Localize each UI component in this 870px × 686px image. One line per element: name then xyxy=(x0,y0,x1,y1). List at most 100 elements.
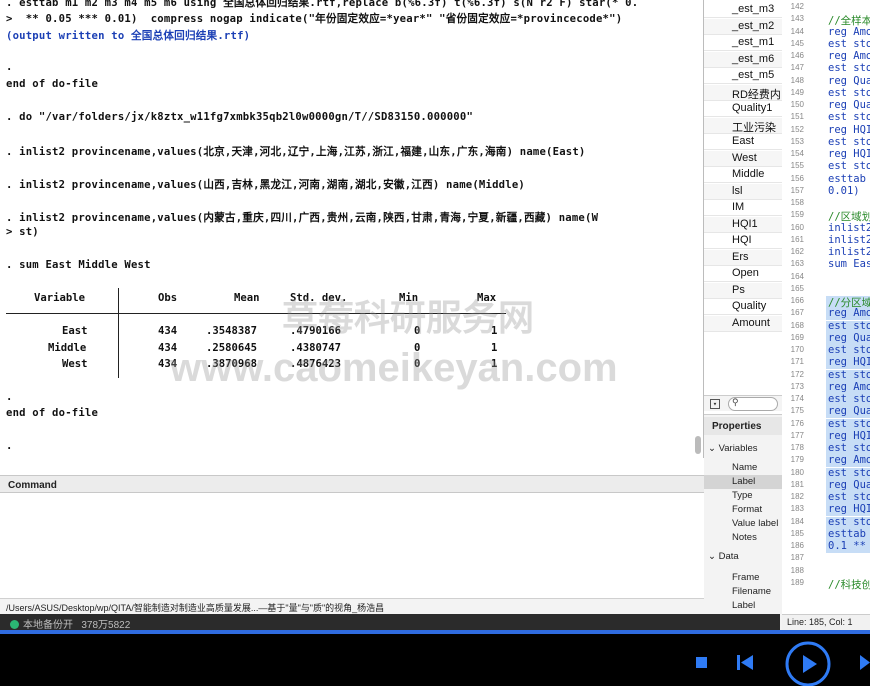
code-line[interactable]: //科技创 xyxy=(828,577,870,592)
code-line[interactable]: est sto xyxy=(828,442,870,454)
variable-list-item[interactable]: Middle xyxy=(704,167,782,183)
result-line: . xyxy=(6,61,13,73)
code-line[interactable]: reg HQI xyxy=(828,430,870,442)
line-number: 172 xyxy=(782,369,804,379)
code-line[interactable]: sum Eas xyxy=(828,258,870,270)
variable-list-item[interactable]: Open xyxy=(704,266,782,282)
code-line[interactable]: est sto xyxy=(828,418,870,430)
property-notes[interactable]: Notes xyxy=(704,531,782,545)
do-file-editor[interactable]: 142 143//全样本 144 reg Amo 145 est sto 146 reg Am… xyxy=(782,0,870,630)
variable-list-item[interactable]: IM xyxy=(704,200,782,216)
results-scrollbar[interactable] xyxy=(695,436,701,454)
chevron-down-icon: ⌄ xyxy=(708,551,716,562)
variable-list-item[interactable]: 工业污染 xyxy=(704,117,782,134)
command-pane-header: Command xyxy=(0,475,704,493)
property-format[interactable]: Format xyxy=(704,503,782,517)
line-number: 182 xyxy=(782,492,804,501)
line-number: 183 xyxy=(782,504,804,514)
code-line[interactable]: reg Amo xyxy=(828,381,870,393)
code-line[interactable]: est sto xyxy=(828,516,870,528)
code-line[interactable]: 0.01) xyxy=(828,185,860,197)
property-name[interactable]: Name xyxy=(704,461,782,475)
result-line: . esttab m1 m2 m3 m4 m5 m6 using 全国总体回归结… xyxy=(6,0,639,9)
variable-list-item[interactable]: HQI xyxy=(704,233,782,249)
code-line[interactable]: reg HQI xyxy=(828,503,870,515)
property-type[interactable]: Type xyxy=(704,489,782,503)
code-line[interactable]: est sto xyxy=(828,87,870,99)
code-line[interactable]: est sto xyxy=(828,160,870,172)
code-line[interactable]: reg HQI xyxy=(828,356,870,368)
code-line[interactable]: est sto xyxy=(828,111,870,123)
line-number: 171 xyxy=(782,357,804,367)
code-line[interactable]: esttab xyxy=(828,173,866,185)
code-line[interactable]: inlist2 xyxy=(828,234,870,246)
variable-list-item[interactable]: Quality1 xyxy=(704,101,782,117)
property-label[interactable]: Label xyxy=(704,475,782,489)
code-line[interactable]: inlist2 xyxy=(828,222,870,234)
property-value-label[interactable]: Value label xyxy=(704,517,782,531)
code-line[interactable]: reg Amo xyxy=(828,26,870,38)
filter-icon[interactable]: ▾ xyxy=(710,399,720,409)
variable-list-item[interactable]: HQI1 xyxy=(704,216,782,233)
line-number: 165 xyxy=(782,283,804,293)
line-number: 186 xyxy=(782,541,804,550)
line-number: 174 xyxy=(782,394,804,403)
line-number: 169 xyxy=(782,332,804,342)
code-line[interactable]: reg HQI xyxy=(828,124,870,136)
code-line[interactable]: est sto xyxy=(828,320,870,332)
output-file-link[interactable]: 全国总体回归结果.rtf xyxy=(131,30,244,42)
results-pane[interactable]: . esttab m1 m2 m3 m4 m5 m6 using 全国总体回归结… xyxy=(0,0,704,458)
variable-list-item[interactable]: Ers xyxy=(704,249,782,266)
code-line[interactable]: est sto xyxy=(828,393,870,405)
variable-list-item[interactable]: _est_m2 xyxy=(704,18,782,35)
next-icon[interactable] xyxy=(860,655,870,670)
variable-list-item[interactable]: _est_m1 xyxy=(704,35,782,51)
code-line[interactable]: est sto xyxy=(828,467,870,479)
variable-list-item[interactable]: RD经费内 xyxy=(704,84,782,101)
command-input[interactable] xyxy=(0,493,704,599)
variable-list-item[interactable]: lsl xyxy=(704,183,782,200)
code-line[interactable]: inlist2 xyxy=(828,246,870,258)
code-line[interactable]: reg Qua xyxy=(828,479,870,491)
code-line[interactable]: est sto xyxy=(828,62,870,74)
code-line[interactable]: reg Qua xyxy=(828,405,870,417)
play-icon[interactable] xyxy=(785,641,831,686)
code-line[interactable]: est sto xyxy=(828,369,870,381)
variable-list-item[interactable]: Quality xyxy=(704,299,782,315)
code-line[interactable]: est sto xyxy=(828,136,870,148)
code-line[interactable]: reg Amo xyxy=(828,50,870,62)
previous-icon[interactable] xyxy=(737,655,753,670)
stop-icon[interactable] xyxy=(696,657,707,668)
property-filename[interactable]: Filename xyxy=(704,585,782,599)
backup-status-bar: 本地备份开 378万5822 xyxy=(0,614,780,630)
code-line[interactable]: reg Amo xyxy=(828,307,870,319)
code-line[interactable]: 0.1 ** xyxy=(828,540,866,552)
variable-list-item[interactable]: _est_m6 xyxy=(704,51,782,68)
variables-list[interactable]: _est_m3 _est_m2 _est_m1 _est_m6 _est_m5 RD经费内… xyxy=(704,0,782,385)
code-line[interactable]: est sto xyxy=(828,344,870,356)
table-header-min: Min xyxy=(399,292,419,304)
line-number: 157 xyxy=(782,185,804,195)
line-number: 178 xyxy=(782,443,804,452)
variable-list-item[interactable]: Amount xyxy=(704,315,782,332)
variable-list-item[interactable]: _est_m5 xyxy=(704,68,782,84)
variable-list-item[interactable]: East xyxy=(704,134,782,150)
line-number: 176 xyxy=(782,418,804,428)
code-line[interactable]: esttab xyxy=(828,528,866,540)
code-line[interactable]: reg Qua xyxy=(828,332,870,344)
variable-list-item[interactable]: Ps xyxy=(704,282,782,299)
video-progress-bar[interactable] xyxy=(0,630,870,634)
code-line[interactable]: reg Qua xyxy=(828,75,870,87)
variable-list-item[interactable]: West xyxy=(704,150,782,167)
code-line[interactable]: reg Qua xyxy=(828,99,870,111)
variables-search-input[interactable]: ⚲ xyxy=(728,397,778,411)
variable-list-item[interactable]: _est_m3 xyxy=(704,2,782,18)
variables-group-toggle[interactable]: ⌄ Variables xyxy=(708,443,758,454)
code-line[interactable]: reg Amo xyxy=(828,454,870,466)
code-line[interactable]: reg HQI xyxy=(828,148,870,160)
property-frame[interactable]: Frame xyxy=(704,571,782,585)
property-data-label[interactable]: Label xyxy=(704,599,782,613)
code-line[interactable]: est sto xyxy=(828,491,870,503)
data-group-toggle[interactable]: ⌄ Data xyxy=(708,551,739,562)
code-line[interactable]: est sto xyxy=(828,38,870,50)
